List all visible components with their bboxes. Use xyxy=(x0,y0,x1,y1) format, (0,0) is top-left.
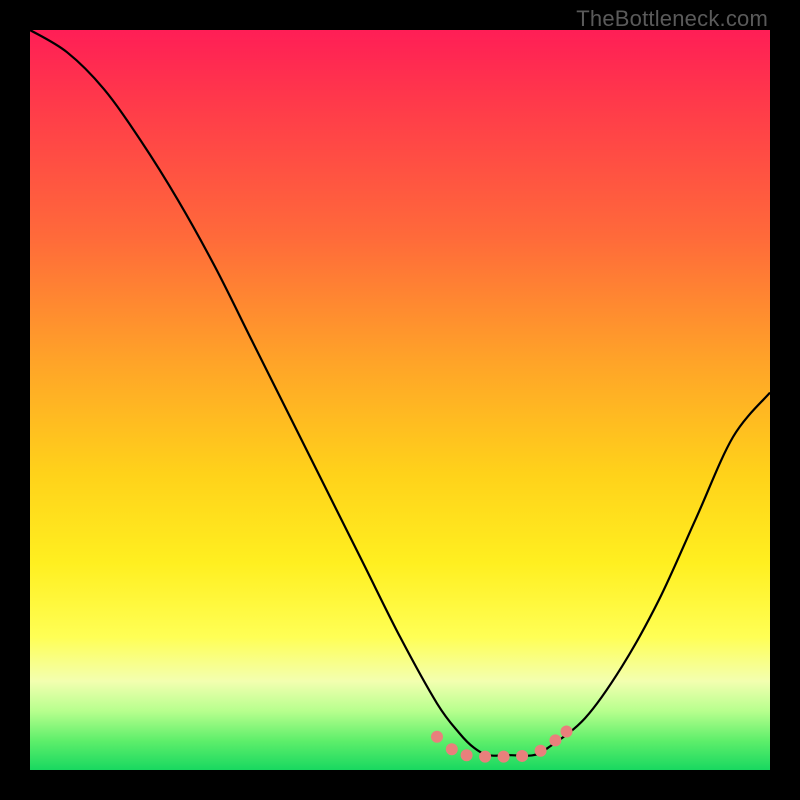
trough-marker xyxy=(479,751,491,763)
trough-marker xyxy=(498,751,510,763)
trough-markers xyxy=(431,726,573,763)
plot-area xyxy=(30,30,770,770)
trough-marker xyxy=(535,745,547,757)
trough-marker xyxy=(461,749,473,761)
curve-svg xyxy=(30,30,770,770)
trough-marker xyxy=(446,743,458,755)
trough-marker xyxy=(561,726,573,738)
trough-marker xyxy=(549,734,561,746)
trough-marker xyxy=(431,731,443,743)
trough-marker xyxy=(516,750,528,762)
bottleneck-curve xyxy=(30,30,770,756)
chart-frame: TheBottleneck.com xyxy=(0,0,800,800)
watermark: TheBottleneck.com xyxy=(576,6,768,32)
